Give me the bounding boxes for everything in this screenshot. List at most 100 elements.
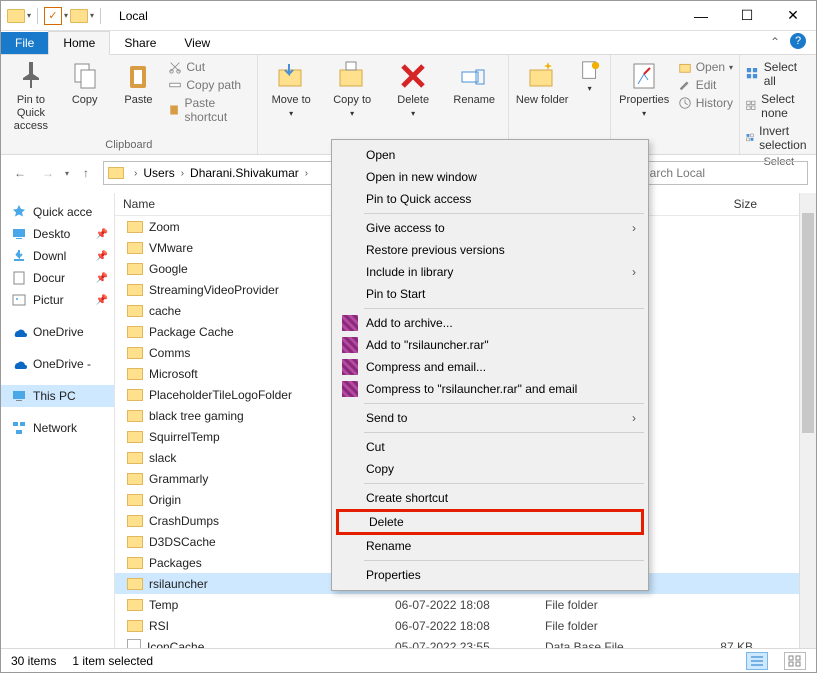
file-size: 87 KB: [675, 640, 765, 649]
nav-desktop[interactable]: Deskto📌: [1, 223, 114, 245]
minimize-button[interactable]: —: [678, 1, 724, 31]
ctx-copy[interactable]: Copy: [336, 458, 644, 480]
ctx-rename[interactable]: Rename: [336, 535, 644, 557]
ctx-include-library[interactable]: Include in library›: [336, 261, 644, 283]
nav-onedrive2[interactable]: OneDrive -: [1, 353, 114, 375]
ctx-cut[interactable]: Cut: [336, 436, 644, 458]
scrollbar-thumb[interactable]: [802, 213, 814, 433]
clipboard-group-label: Clipboard: [7, 137, 251, 151]
navigation-pane: Quick acce Deskto📌 Downl📌 Docur📌 Pictur📌…: [1, 193, 115, 648]
back-button[interactable]: ←: [9, 162, 31, 184]
invert-selection-button[interactable]: Invert selection: [746, 122, 811, 154]
properties-button[interactable]: Properties▾: [617, 58, 672, 119]
column-size[interactable]: Size: [675, 193, 765, 215]
nav-documents[interactable]: Docur📌: [1, 267, 114, 289]
ctx-compress-rar-email[interactable]: Compress to "rsilauncher.rar" and email: [336, 378, 644, 400]
qat-folder-icon: [7, 9, 25, 23]
ctx-add-rar[interactable]: Add to "rsilauncher.rar": [336, 334, 644, 356]
copy-path-button[interactable]: Copy path: [168, 76, 241, 94]
new-folder-button[interactable]: New folder: [515, 58, 570, 107]
history-button[interactable]: History: [678, 94, 733, 112]
file-name: rsilauncher: [149, 577, 208, 591]
cut-button[interactable]: Cut: [168, 58, 205, 76]
up-button[interactable]: ↑: [75, 162, 97, 184]
delete-x-icon: [397, 60, 429, 92]
forward-button[interactable]: →: [37, 162, 59, 184]
nav-downloads[interactable]: Downl📌: [1, 245, 114, 267]
folder-icon: [127, 599, 143, 611]
tab-share[interactable]: Share: [110, 32, 170, 54]
folder-icon: [127, 473, 143, 485]
ctx-open[interactable]: Open: [336, 144, 644, 166]
ctx-add-archive[interactable]: Add to archive...: [336, 312, 644, 334]
delete-button[interactable]: Delete▾: [386, 58, 441, 119]
file-type: Data Base File: [545, 640, 675, 649]
titlebar: ▾ ✓ ▾ ▾ Local — ☐ ✕: [1, 1, 816, 31]
nav-onedrive[interactable]: OneDrive: [1, 321, 114, 343]
pin-icon: 📌: [96, 295, 108, 306]
qat-newfolder-icon[interactable]: [70, 9, 88, 23]
table-row[interactable]: IconCache 05-07-2022 23:55Data Base File8…: [115, 636, 816, 648]
close-button[interactable]: ✕: [770, 1, 816, 31]
table-row[interactable]: RSI06-07-2022 18:08File folder: [115, 615, 816, 636]
tab-file[interactable]: File: [1, 32, 48, 54]
chevron-right-icon: ›: [632, 411, 636, 425]
move-to-button[interactable]: Move to▾: [264, 58, 319, 119]
file-name: VMware: [149, 241, 193, 255]
folder-icon: [127, 389, 143, 401]
folder-icon: [127, 242, 143, 254]
paste-button[interactable]: Paste: [115, 58, 163, 107]
file-type: File folder: [545, 598, 675, 612]
large-icons-view-button[interactable]: [784, 652, 806, 670]
table-row[interactable]: Temp06-07-2022 18:08File folder: [115, 594, 816, 615]
open-button[interactable]: Open ▾: [678, 58, 733, 76]
file-name: IconCache: [147, 640, 204, 649]
ctx-restore-previous[interactable]: Restore previous versions: [336, 239, 644, 261]
nav-quick-access[interactable]: Quick acce: [1, 201, 114, 223]
ctx-compress-email[interactable]: Compress and email...: [336, 356, 644, 378]
details-view-button[interactable]: [746, 652, 768, 670]
recent-locations-button[interactable]: ▾: [65, 169, 69, 178]
nav-this-pc[interactable]: This PC: [1, 385, 114, 407]
vertical-scrollbar[interactable]: [799, 193, 816, 648]
file-name: cache: [149, 304, 181, 318]
copy-to-button[interactable]: Copy to▾: [325, 58, 380, 119]
ctx-properties[interactable]: Properties: [336, 564, 644, 586]
file-date: 05-07-2022 23:55: [395, 640, 545, 649]
paste-shortcut-button[interactable]: Paste shortcut: [168, 94, 250, 126]
folder-icon: [127, 410, 143, 422]
rename-button[interactable]: Rename: [447, 58, 502, 107]
breadcrumb-item[interactable]: Dharani.Shivakumar: [190, 166, 299, 180]
nav-network[interactable]: Network: [1, 417, 114, 439]
item-count: 30 items: [11, 654, 56, 668]
file-name: Comms: [149, 346, 190, 360]
breadcrumb-item[interactable]: Users: [143, 166, 174, 180]
edit-button[interactable]: Edit: [678, 76, 717, 94]
select-all-button[interactable]: Select all: [746, 58, 811, 90]
tab-home[interactable]: Home: [48, 31, 110, 55]
folder-icon: [127, 578, 143, 590]
copy-button[interactable]: Copy: [61, 58, 109, 107]
new-item-button[interactable]: ▾: [576, 58, 604, 94]
ctx-delete[interactable]: Delete: [336, 509, 644, 535]
file-name: RSI: [149, 619, 169, 633]
help-icon[interactable]: ?: [790, 33, 806, 49]
qat-properties-icon[interactable]: ✓: [44, 7, 62, 25]
ctx-give-access[interactable]: Give access to›: [336, 217, 644, 239]
minimize-ribbon-icon[interactable]: ⌃: [770, 35, 780, 49]
select-none-button[interactable]: Select none: [746, 90, 811, 122]
ctx-pin-start[interactable]: Pin to Start: [336, 283, 644, 305]
folder-icon: [127, 620, 143, 632]
ctx-create-shortcut[interactable]: Create shortcut: [336, 487, 644, 509]
file-name: PlaceholderTileLogoFolder: [149, 388, 292, 402]
nav-pictures[interactable]: Pictur📌: [1, 289, 114, 311]
maximize-button[interactable]: ☐: [724, 1, 770, 31]
folder-icon: [127, 305, 143, 317]
pin-to-quick-access-button[interactable]: Pin to Quick access: [7, 58, 55, 134]
ctx-open-new-window[interactable]: Open in new window: [336, 166, 644, 188]
search-input[interactable]: earch Local: [638, 161, 808, 185]
tab-view[interactable]: View: [170, 32, 224, 54]
winrar-icon: [342, 359, 358, 375]
ctx-send-to[interactable]: Send to›: [336, 407, 644, 429]
ctx-pin-quick[interactable]: Pin to Quick access: [336, 188, 644, 210]
